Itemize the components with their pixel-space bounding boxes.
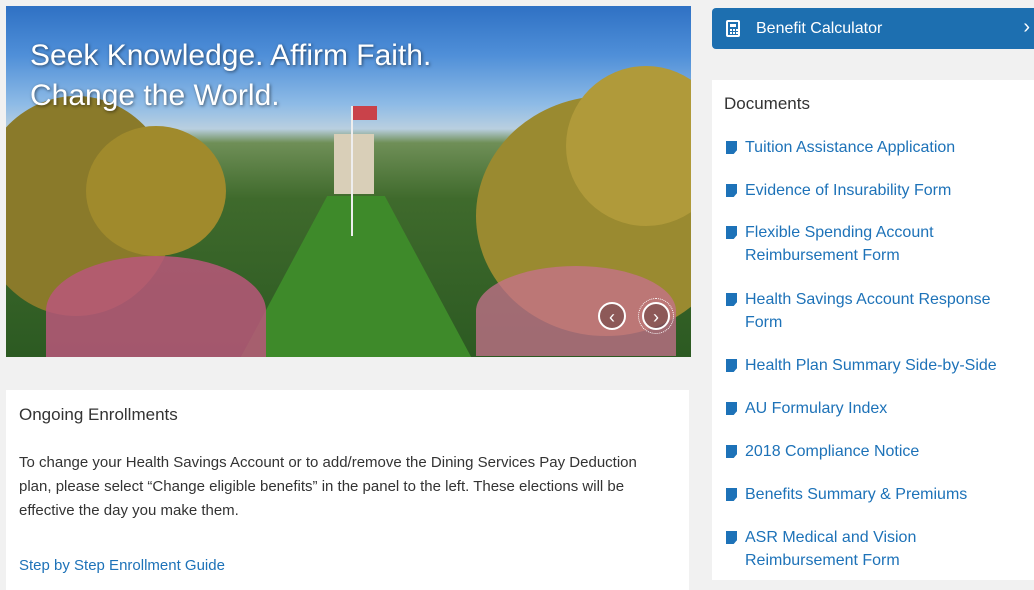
scenery-flagpole [351, 106, 353, 236]
document-link-label: AU Formulary Index [745, 400, 888, 417]
carousel-next-button[interactable]: › [638, 298, 674, 334]
document-link[interactable]: 2018 Compliance Notice [726, 440, 919, 463]
document-link[interactable]: AU Formulary Index [726, 397, 887, 420]
document-icon [726, 359, 737, 372]
carousel-prev-button[interactable]: ‹ [598, 302, 626, 330]
calculator-icon [726, 20, 740, 37]
document-link-label: 2018 Compliance Notice [745, 443, 920, 460]
document-icon [726, 445, 737, 458]
document-icon [726, 226, 737, 239]
document-icon [726, 141, 737, 154]
document-link[interactable]: Evidence of Insurability Form [726, 179, 951, 202]
document-link-label: Tuition Assistance Application [745, 139, 956, 156]
document-icon [726, 402, 737, 415]
benefit-calculator-button[interactable]: Benefit Calculator › [712, 8, 1034, 49]
documents-panel: Documents Tuition Assistance Application… [712, 80, 1034, 580]
document-link-label: ASR Medical and Vision Reimbursement For… [745, 529, 917, 569]
hero-headline: Seek Knowledge. Affirm Faith. Change the… [30, 39, 432, 112]
document-icon [726, 488, 737, 501]
hero-carousel: Seek Knowledge. Affirm Faith. Change the… [6, 6, 691, 357]
enrollment-title: Ongoing Enrollments [19, 405, 178, 424]
document-link[interactable]: Health Plan Summary Side-by-Side [726, 354, 997, 377]
document-link-label: Flexible Spending Account Reimbursement … [745, 224, 934, 264]
scenery-lawn [236, 196, 476, 357]
scenery-building [334, 134, 374, 194]
scenery-blossoms [46, 256, 266, 357]
document-link[interactable]: Benefits Summary & Premiums [726, 483, 967, 506]
enrollment-guide-link[interactable]: Step by Step Enrollment Guide [19, 557, 225, 574]
chevron-left-icon: ‹ [609, 307, 615, 327]
document-icon [726, 531, 737, 544]
chevron-right-icon: › [1023, 16, 1030, 38]
document-link-label: Evidence of Insurability Form [745, 182, 952, 199]
documents-title: Documents [724, 94, 810, 113]
document-icon [726, 184, 737, 197]
document-link[interactable]: Flexible Spending Account Reimbursement … [726, 221, 966, 267]
enrollment-body: To change your Health Savings Account or… [19, 454, 637, 519]
chevron-right-icon: › [653, 307, 659, 327]
scenery-tree [86, 126, 226, 256]
enrollment-panel: Ongoing Enrollments To change your Healt… [6, 390, 689, 590]
benefit-calculator-label: Benefit Calculator [756, 19, 883, 37]
document-icon [726, 293, 737, 306]
document-link[interactable]: Health Savings Account Response Form [726, 288, 1016, 334]
document-link[interactable]: ASR Medical and Vision Reimbursement For… [726, 526, 946, 572]
document-link-label: Health Savings Account Response Form [745, 291, 991, 331]
document-link-label: Benefits Summary & Premiums [745, 486, 968, 503]
document-link[interactable]: Tuition Assistance Application [726, 136, 955, 159]
document-link-label: Health Plan Summary Side-by-Side [745, 357, 997, 374]
